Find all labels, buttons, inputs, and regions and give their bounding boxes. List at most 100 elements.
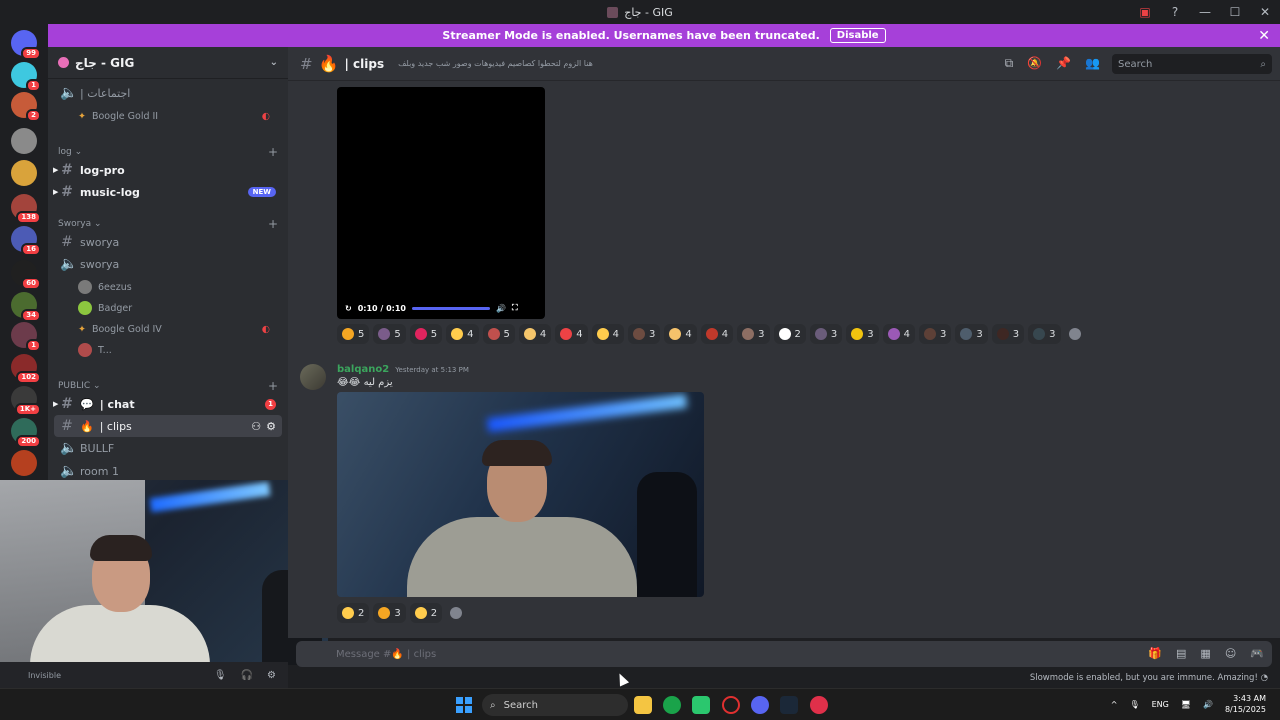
invite-icon[interactable]: ⚇ bbox=[251, 420, 261, 433]
taskbar-search[interactable]: ⌕ Search bbox=[482, 694, 628, 716]
opera-icon[interactable] bbox=[722, 696, 740, 714]
gif-icon[interactable]: ▤ bbox=[1176, 647, 1186, 660]
fullscreen-icon[interactable]: ⛶ bbox=[512, 303, 518, 313]
voice-user[interactable]: T... bbox=[78, 341, 278, 359]
voice-user[interactable]: ✦ Boogle Gold IV ◐ bbox=[78, 320, 278, 338]
chevron-up-icon[interactable]: ^ bbox=[1111, 700, 1118, 709]
volume-icon[interactable]: 🔊 bbox=[1203, 700, 1213, 709]
message-input[interactable]: Message #🔥 | clips 🎁 ▤ ▦ ☺ 🎮 bbox=[296, 641, 1272, 667]
headphones-icon[interactable]: 🎧 bbox=[241, 670, 253, 681]
add-channel-icon[interactable]: + bbox=[268, 217, 278, 231]
add-channel-icon[interactable]: + bbox=[268, 379, 278, 393]
image-attachment[interactable] bbox=[337, 392, 704, 597]
reaction-button[interactable]: 4 bbox=[664, 324, 697, 344]
reaction-button[interactable]: 5 bbox=[337, 324, 370, 344]
channel-chat[interactable]: ▶ # 💬 | chat 1 bbox=[53, 393, 282, 415]
server-icon[interactable]: 34 bbox=[11, 292, 41, 322]
steam-icon[interactable] bbox=[780, 696, 798, 714]
avatar[interactable] bbox=[300, 364, 326, 390]
channel-clips[interactable]: # 🔥 | clips ⚇ ⚙ bbox=[54, 415, 282, 437]
settings-icon[interactable]: ⚙ bbox=[267, 670, 276, 681]
server-icon[interactable]: 1K+ bbox=[11, 386, 41, 416]
reaction-button[interactable]: 4 bbox=[518, 324, 552, 344]
maximize-button[interactable]: ☐ bbox=[1220, 5, 1250, 19]
reaction-button[interactable]: 3 bbox=[991, 324, 1025, 344]
reaction-button[interactable]: 3 bbox=[737, 324, 770, 344]
reaction-button[interactable]: 4 bbox=[555, 324, 588, 344]
server-icon[interactable]: 16 bbox=[11, 226, 41, 256]
clock[interactable]: 3:43 AM 8/15/2025 bbox=[1225, 693, 1266, 715]
server-icon[interactable] bbox=[11, 450, 37, 476]
channel-room-1[interactable]: 🔈 room 1 bbox=[54, 460, 282, 482]
search-input[interactable]: Search ⌕ bbox=[1112, 54, 1272, 74]
server-icon[interactable]: 60 bbox=[11, 260, 41, 290]
member-list-icon[interactable]: 👥 bbox=[1085, 56, 1100, 71]
network-icon[interactable]: 🖥 bbox=[1181, 700, 1191, 709]
reaction-button[interactable]: 3 bbox=[846, 324, 879, 344]
windows-start-icon[interactable] bbox=[456, 697, 472, 713]
server-icon[interactable] bbox=[11, 128, 37, 154]
server-icon[interactable] bbox=[11, 160, 37, 186]
voice-user[interactable]: Badger bbox=[78, 299, 278, 317]
gear-icon[interactable]: ⚙ bbox=[266, 420, 276, 433]
category-sworya[interactable]: Sworya ⌄ + bbox=[58, 217, 282, 231]
reaction-button[interactable]: 2 bbox=[773, 324, 806, 344]
volume-icon[interactable]: 🔊 bbox=[496, 304, 506, 313]
add-channel-icon[interactable]: + bbox=[268, 145, 278, 159]
app-icon[interactable] bbox=[692, 696, 710, 714]
channel-log-pro[interactable]: ▶ # log-pro bbox=[53, 159, 282, 181]
reaction-button[interactable]: 4 bbox=[591, 324, 624, 344]
apps-icon[interactable]: 🎮 bbox=[1250, 647, 1264, 660]
reaction-button[interactable]: 5 bbox=[373, 324, 406, 344]
mic-icon[interactable]: 🎙 bbox=[1129, 700, 1139, 709]
server-icon[interactable]: 1 bbox=[11, 322, 41, 352]
message-author[interactable]: balqano2 bbox=[337, 364, 389, 375]
inbox-icon[interactable]: ▣ bbox=[1130, 5, 1160, 19]
add-reaction-icon[interactable] bbox=[450, 607, 463, 619]
voice-user[interactable]: ✦ Boogle Gold II ◐ bbox=[78, 107, 278, 125]
video-progress-bar[interactable] bbox=[412, 306, 490, 310]
server-icon[interactable]: 1 bbox=[11, 62, 41, 92]
reaction-button[interactable]: 5 bbox=[482, 324, 515, 344]
discord-icon[interactable] bbox=[751, 696, 769, 714]
emoji-icon[interactable]: ☺ bbox=[1225, 647, 1236, 660]
close-banner-icon[interactable]: ✕ bbox=[1258, 28, 1270, 44]
channel-voice-meetings[interactable]: 🔈 | اجتماعات bbox=[54, 82, 282, 104]
close-window-button[interactable]: ✕ bbox=[1250, 5, 1280, 19]
pin-icon[interactable]: 📌 bbox=[1056, 56, 1071, 71]
sticker-icon[interactable]: ▦ bbox=[1200, 647, 1210, 660]
category-log[interactable]: log ⌄ + bbox=[58, 145, 282, 159]
reaction-button[interactable]: 3 bbox=[628, 324, 661, 344]
server-header[interactable]: جاج - GIG ⌄ bbox=[48, 47, 288, 79]
channel-topic[interactable]: هنا الزوم لتحطوا كصاصيم فيديوهات وصور شب… bbox=[398, 59, 593, 68]
reaction-button[interactable]: 3 bbox=[809, 324, 843, 344]
server-icon[interactable]: 2 bbox=[11, 92, 41, 122]
language-indicator[interactable]: ENG bbox=[1152, 700, 1169, 709]
channel-bullf[interactable]: 🔈 BULLF bbox=[54, 437, 282, 459]
threads-icon[interactable]: ⧉ bbox=[1005, 56, 1014, 71]
reaction-button[interactable]: 3 bbox=[373, 603, 406, 623]
app-icon[interactable] bbox=[810, 696, 828, 714]
replay-icon[interactable]: ↻ bbox=[345, 304, 352, 313]
add-reaction-icon[interactable] bbox=[1068, 328, 1081, 340]
category-public[interactable]: PUBLIC ⌄ + bbox=[58, 379, 282, 393]
server-icon[interactable]: 102 bbox=[11, 354, 41, 384]
mic-icon[interactable]: 🎙 bbox=[214, 670, 227, 681]
reaction-button[interactable]: 5 bbox=[409, 324, 443, 344]
minimize-button[interactable]: — bbox=[1190, 5, 1220, 19]
video-attachment[interactable]: ↻ 0:10 / 0:10 🔊 ⛶ bbox=[337, 87, 545, 319]
reaction-button[interactable]: 4 bbox=[882, 324, 915, 344]
reaction-button[interactable]: 3 bbox=[955, 324, 988, 344]
voice-user[interactable]: 6eezus bbox=[78, 278, 278, 296]
channel-sworya-text[interactable]: # sworya bbox=[54, 231, 282, 253]
direct-messages-icon[interactable]: 99 bbox=[11, 30, 41, 60]
server-icon[interactable]: 138 bbox=[11, 194, 41, 224]
disable-streamer-mode-button[interactable]: Disable bbox=[829, 28, 886, 43]
server-icon[interactable]: 200 bbox=[11, 418, 41, 448]
channel-sworya-voice[interactable]: 🔈 sworya bbox=[54, 253, 282, 275]
reaction-button[interactable]: 3 bbox=[1028, 324, 1061, 344]
reaction-button[interactable]: 2 bbox=[409, 603, 443, 623]
xbox-icon[interactable] bbox=[663, 696, 681, 714]
reaction-button[interactable]: 3 bbox=[919, 324, 952, 344]
reaction-button[interactable]: 4 bbox=[700, 324, 734, 344]
